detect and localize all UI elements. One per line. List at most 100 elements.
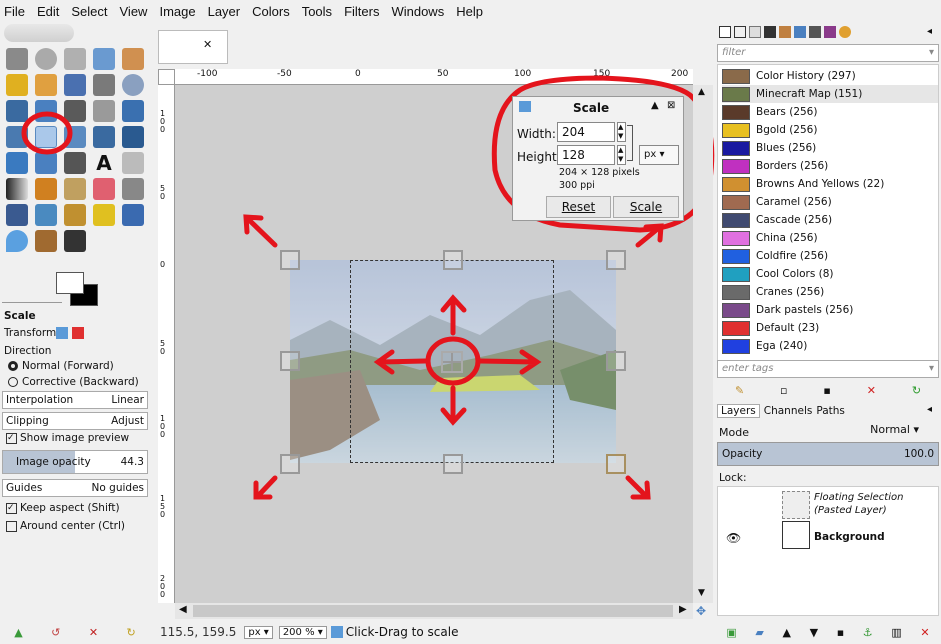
scroll-right-icon[interactable]: ▶: [679, 604, 687, 615]
palette-name: Cascade (256): [756, 214, 833, 226]
reset-button[interactable]: Reset: [546, 196, 611, 218]
floating-layer-thumb[interactable]: [782, 491, 810, 519]
palette-name: Ega (240): [756, 340, 808, 352]
palette-item[interactable]: Borders (256): [722, 157, 938, 175]
layers-list[interactable]: Floating Selection (Pasted Layer) 👁 Back…: [717, 486, 939, 616]
palette-item[interactable]: Bears (256): [722, 103, 938, 121]
zoom-dropdown[interactable]: 200 % ▾: [278, 625, 327, 639]
scroll-down-icon[interactable]: ▼: [698, 588, 705, 598]
palette-item[interactable]: Coldfire (256): [722, 247, 938, 265]
floating-layer-sub: (Pasted Layer): [814, 505, 887, 516]
new-palette-icon[interactable]: ▫: [780, 384, 787, 397]
unit-select[interactable]: px ▾: [639, 145, 679, 165]
layers-menu-icon[interactable]: ◂: [927, 404, 932, 415]
new-group-icon[interactable]: ▰: [755, 626, 763, 639]
palette-item[interactable]: Browns And Yellows (22): [722, 175, 938, 193]
palette-filter-input[interactable]: filter ▾: [717, 44, 939, 62]
refresh-palettes-icon[interactable]: ↻: [912, 384, 921, 397]
duplicate-layer-icon[interactable]: ▪: [837, 626, 844, 639]
palette-actions: ✎ ▫ ▪ ✕ ↻: [717, 380, 939, 400]
palette-name: Blues (256): [756, 142, 817, 154]
edit-palette-icon[interactable]: ✎: [735, 384, 744, 397]
palette-name: Color History (297): [756, 70, 856, 82]
palette-name: Cranes (256): [756, 286, 825, 298]
navigate-icon[interactable]: ✥: [696, 604, 706, 618]
palette-item[interactable]: Caramel (256): [722, 193, 938, 211]
palette-item[interactable]: Default (23): [722, 319, 938, 337]
chain-link-icon[interactable]: [627, 125, 633, 161]
dock-menu-icon[interactable]: ◂: [927, 26, 932, 37]
dialog-collapse-icon[interactable]: ▲: [651, 100, 659, 111]
brushes-tab-icon[interactable]: [734, 26, 746, 38]
palette-item[interactable]: Cranes (256): [722, 283, 938, 301]
unit-dropdown[interactable]: px ▾: [244, 625, 273, 639]
fg-bg-tab-icon[interactable]: [719, 26, 731, 38]
scale-button[interactable]: Scale: [613, 196, 679, 218]
status-bar: 115.5, 159.5 px ▾ 200 % ▾ Click-Drag to …: [150, 620, 715, 644]
right-dock: ◂ filter ▾ Color History (297) Minecraft …: [715, 22, 941, 644]
raise-layer-icon[interactable]: ▲: [782, 626, 790, 639]
palette-item[interactable]: China (256): [722, 229, 938, 247]
tab-paths[interactable]: Paths: [816, 405, 845, 417]
delete-layer-icon[interactable]: ✕: [920, 626, 929, 639]
background-layer-name[interactable]: Background: [814, 531, 885, 543]
height-input[interactable]: 128: [557, 145, 615, 165]
opacity-slider[interactable]: Opacity 100.0: [717, 442, 939, 466]
dialog-close-icon[interactable]: ⊠: [667, 100, 675, 111]
tab-channels[interactable]: Channels: [764, 405, 813, 417]
palette-item[interactable]: Cool Colors (8): [722, 265, 938, 283]
lower-layer-icon[interactable]: ▼: [810, 626, 818, 639]
palette-item[interactable]: Bgold (256): [722, 121, 938, 139]
horizontal-scrollbar[interactable]: ◀ ▶: [175, 603, 693, 619]
height-label: Height:: [517, 150, 561, 164]
scroll-thumb[interactable]: [193, 605, 673, 617]
palette-item[interactable]: Ega (240): [722, 337, 938, 355]
images-tab-icon[interactable]: [809, 26, 821, 38]
palette-name: Minecraft Map (151): [756, 88, 863, 100]
opacity-label: Opacity: [722, 448, 763, 460]
palette-tags-input[interactable]: enter tags ▾: [717, 360, 939, 378]
annotation-arrow-bottom-left: [253, 475, 278, 500]
height-spinner[interactable]: ▲ ▼: [617, 145, 626, 165]
palette-item[interactable]: Dark pastels (256): [722, 301, 938, 319]
tool-presets-tab-icon[interactable]: [779, 26, 791, 38]
width-label: Width:: [517, 127, 556, 141]
mode-select[interactable]: Normal ▾: [855, 423, 919, 441]
scroll-up-icon[interactable]: ▲: [698, 87, 705, 97]
floating-layer-name[interactable]: Floating Selection: [814, 492, 903, 503]
fonts-tab-icon[interactable]: [749, 26, 761, 38]
palettes-tab-icon[interactable]: [824, 26, 836, 38]
document-history-tab-icon[interactable]: [839, 26, 851, 38]
pointer-coords: 115.5, 159.5: [160, 625, 237, 639]
width-spinner[interactable]: ▲ ▼: [617, 122, 626, 142]
palette-swatch: [722, 320, 750, 336]
annotation-arrow-bottom-right: [625, 475, 651, 500]
vertical-scrollbar[interactable]: ▲ ▼: [693, 85, 713, 603]
palette-list[interactable]: Color History (297) Minecraft Map (151) …: [717, 64, 939, 364]
scale-dialog: Scale ▲ ⊠ Width: 204 ▲ ▼ Height: 128 ▲ ▼ p…: [512, 96, 684, 221]
width-input[interactable]: 204: [557, 122, 615, 142]
palette-item[interactable]: Blues (256): [722, 139, 938, 157]
merge-layer-icon[interactable]: ▥: [891, 626, 901, 639]
palette-swatch: [722, 302, 750, 318]
tags-placeholder: enter tags: [722, 363, 774, 374]
dialog-scale-icon: [519, 101, 531, 112]
filter-placeholder: filter: [722, 47, 746, 58]
duplicate-palette-icon[interactable]: ▪: [823, 384, 830, 397]
palette-item[interactable]: Color History (297): [722, 67, 938, 85]
palette-swatch: [722, 68, 750, 84]
palette-swatch: [722, 230, 750, 246]
palette-item[interactable]: Cascade (256): [722, 211, 938, 229]
new-layer-icon[interactable]: ▣: [726, 626, 736, 639]
tab-layers[interactable]: Layers: [717, 404, 760, 418]
status-zoom: 200 %: [282, 626, 315, 638]
palette-item[interactable]: Minecraft Map (151): [722, 85, 938, 103]
patterns-tab-icon[interactable]: [764, 26, 776, 38]
gradients-tab-icon[interactable]: [794, 26, 806, 38]
dock-tab-icons[interactable]: [719, 26, 859, 40]
scroll-left-icon[interactable]: ◀: [179, 604, 187, 615]
delete-palette-icon[interactable]: ✕: [867, 384, 876, 397]
anchor-layer-icon[interactable]: ⚓: [863, 626, 873, 639]
visibility-eye-icon[interactable]: 👁: [726, 531, 741, 545]
background-layer-thumb[interactable]: [782, 521, 810, 549]
